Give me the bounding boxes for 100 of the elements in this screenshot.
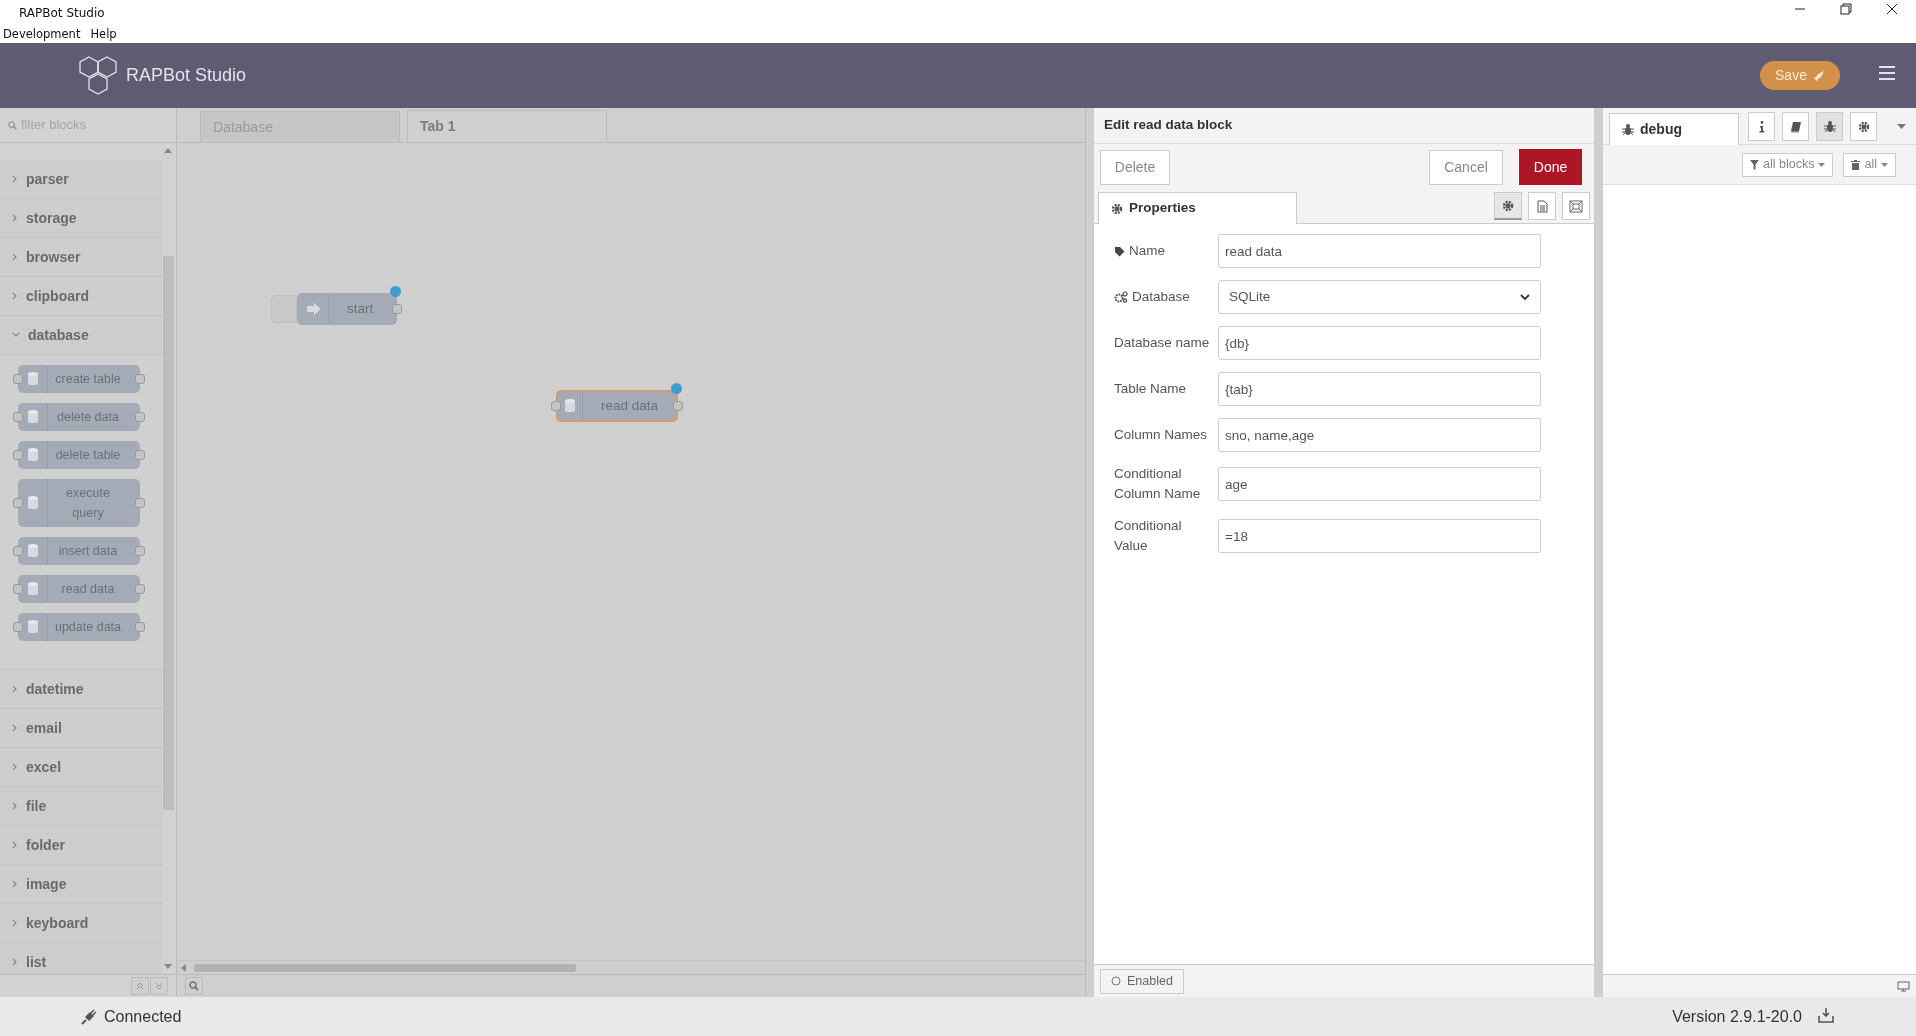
search-button[interactable] [185,977,203,995]
book-icon [1789,120,1802,133]
database-select[interactable]: SQLite [1218,280,1541,314]
scroll-up-icon[interactable] [164,147,172,153]
scrollbar[interactable] [194,964,576,972]
palette-category[interactable]: clipboard [0,277,162,316]
palette-block[interactable]: insert data [18,537,140,565]
field-label: Database name [1114,334,1210,352]
port[interactable] [135,450,145,460]
inject-button[interactable] [271,295,297,323]
version-text: Version 2.9.1-20.0 [1672,1006,1802,1027]
window-title: RAPBot Studio [19,5,105,22]
bug-icon [1622,123,1634,136]
palette-block[interactable]: delete table [18,441,140,469]
field-label: Conditional Value [1114,517,1183,555]
info-tab-button[interactable] [1748,112,1775,141]
field-label: Column Names [1114,426,1208,444]
database-icon [26,409,39,425]
monitor-icon[interactable] [1897,980,1910,992]
input-field[interactable]: {tab} [1218,372,1541,406]
palette-category[interactable]: email [0,709,162,748]
palette-category[interactable]: image [0,865,162,904]
palette-category[interactable]: file [0,787,162,826]
frame-tab-button[interactable] [1562,192,1590,220]
palette-category[interactable]: keyboard [0,904,162,943]
settings-tab-button[interactable] [1494,192,1522,220]
palette-category[interactable]: list [0,943,162,974]
database-icon [26,447,39,463]
workspace-tab[interactable]: Tab 1 [407,110,607,142]
properties-tab[interactable]: Properties [1098,192,1297,224]
done-button[interactable]: Done [1519,149,1582,185]
restore-icon[interactable] [1840,3,1852,15]
database-icon [26,371,39,387]
dropdown-caret-icon[interactable] [1897,124,1906,129]
save-button[interactable]: Save [1760,61,1840,90]
download-icon[interactable] [1818,1007,1834,1023]
collapse-all-button[interactable] [131,977,149,995]
input-field[interactable]: {db} [1218,326,1541,360]
palette-category[interactable]: excel [0,748,162,787]
debug-tab[interactable]: debug [1609,113,1739,145]
menu-icon[interactable] [1878,65,1896,81]
port[interactable] [135,622,145,632]
scroll-left-icon[interactable] [181,964,186,972]
bug-icon [1823,120,1836,133]
port[interactable] [135,546,145,556]
palette-category[interactable]: browser [0,238,162,277]
filter-icon [1750,159,1760,170]
port[interactable] [392,304,402,314]
port[interactable] [673,401,683,411]
rocket-icon [1812,69,1825,82]
filter-dropdown[interactable]: all blocks [1742,152,1834,177]
tag-icon [1114,245,1125,257]
palette-category[interactable]: database [0,316,162,355]
scroll-down-icon[interactable] [164,964,172,970]
settings-icon [1502,199,1514,212]
flow-node[interactable]: start [297,293,397,325]
settings-icon [1857,120,1870,133]
input-field[interactable]: sno, name,age [1218,418,1541,452]
palette-block[interactable]: create table [18,365,140,393]
port[interactable] [135,374,145,384]
palette-block[interactable]: execute query [18,479,140,527]
arrow-icon [305,301,322,317]
connection-status: Connected [104,1006,182,1027]
clear-dropdown[interactable]: all [1843,152,1896,177]
menu-item[interactable]: Development [3,26,81,44]
input-field[interactable]: =18 [1218,519,1541,553]
flow-canvas[interactable]: start read data [177,143,1085,960]
delete-button[interactable]: Delete [1100,149,1170,185]
database-icon [26,495,39,511]
flow-node[interactable]: read data [556,390,678,422]
database-icon [26,581,39,597]
input-field[interactable]: read data [1218,234,1541,268]
database-icon [26,619,39,635]
port[interactable] [135,584,145,594]
editor-title: Edit read data block [1094,108,1594,144]
palette-category[interactable]: storage [0,199,162,238]
book-tab-button[interactable] [1782,112,1809,141]
bug-tab-button[interactable] [1816,112,1843,141]
cancel-button[interactable]: Cancel [1429,149,1503,185]
input-field[interactable]: age [1218,467,1541,501]
caret-icon [1881,162,1888,167]
port[interactable] [551,401,561,411]
plug-icon [80,1007,98,1026]
expand-all-button[interactable] [150,977,168,995]
settings-tab-button[interactable] [1850,112,1877,141]
palette-category[interactable]: folder [0,826,162,865]
palette-category[interactable]: datetime [0,670,162,709]
info-icon [1758,120,1765,133]
menu-item[interactable]: Help [90,26,117,44]
palette-block[interactable]: delete data [18,403,140,431]
circle-icon [1111,976,1121,986]
palette-block[interactable]: read data [18,575,140,603]
document-tab-button[interactable] [1528,192,1556,220]
palette-category[interactable]: parser [0,160,162,199]
port[interactable] [135,498,145,508]
enabled-button[interactable]: Enabled [1100,968,1184,994]
close-icon[interactable] [1886,3,1898,15]
port[interactable] [135,412,145,422]
palette-block[interactable]: update data [18,613,140,641]
field-label: Database [1132,288,1190,306]
